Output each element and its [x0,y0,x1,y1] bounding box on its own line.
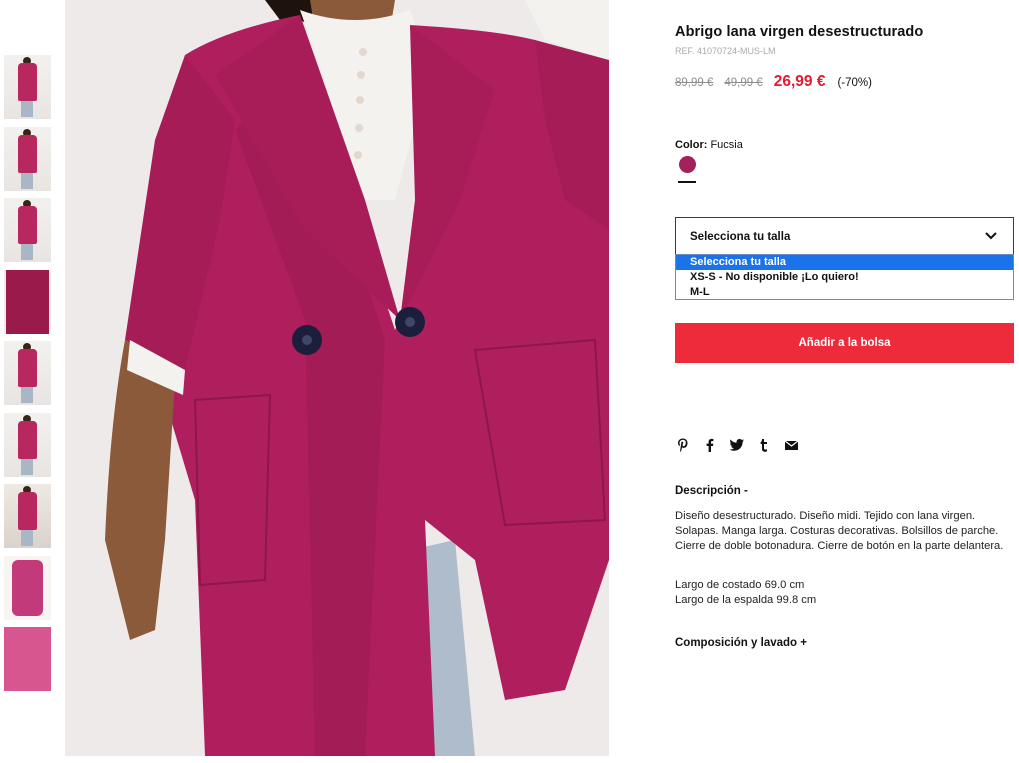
current-price: 26,99 € [773,73,826,90]
thumbnail-2[interactable] [4,126,51,191]
size-option-m-l[interactable]: M-L [676,285,1013,300]
color-label: Color: Fucsia [675,139,743,151]
original-price: 89,99 € [675,77,714,89]
discount-badge: (-70%) [837,77,872,89]
size-select-value: Selecciona tu talla [690,231,791,243]
thumbnail-4[interactable] [4,269,51,334]
size-dropdown-list: Selecciona tu talla XS-S - No disponible… [675,254,1014,300]
description-text: Diseño desestructurado. Diseño midi. Tej… [675,510,1004,553]
thumbnail-list [4,55,52,699]
main-product-image[interactable] [65,0,609,756]
color-swatch-fucsia[interactable] [679,156,696,173]
thumbnail-1[interactable] [4,55,51,119]
composition-heading[interactable]: Composición y lavado + [675,637,807,649]
tumblr-icon[interactable] [757,437,771,453]
price-row: 89,99 € 49,99 € 26,99 € (-70%) [675,73,872,91]
previous-price: 49,99 € [724,77,763,89]
size-select[interactable]: Selecciona tu talla [675,217,1014,255]
measure-back-length: Largo de la espalda 99.8 cm [675,594,817,607]
measurements: Largo de costado 69.0 cm Largo de la esp… [675,578,816,608]
facebook-icon[interactable] [703,437,717,453]
product-ref: REF. 41070724-MUS-LM [675,46,776,56]
email-icon[interactable] [784,437,798,453]
add-to-bag-button[interactable]: Añadir a la bolsa [675,323,1014,363]
selected-swatch-indicator [678,181,696,183]
product-title: Abrigo lana virgen desestructurado [675,24,924,40]
measure-side-length: Largo de costado 69.0 cm [675,579,805,591]
color-value: Fucsia [710,139,743,151]
description-heading[interactable]: Descripción - [675,485,748,497]
thumbnail-8[interactable] [4,555,51,620]
twitter-icon[interactable] [730,437,744,453]
share-icons [676,437,811,453]
color-label-key: Color: [675,139,708,151]
thumbnail-5[interactable] [4,341,51,405]
size-option-xs-s[interactable]: XS-S - No disponible ¡Lo quiero! [676,270,1013,285]
thumbnail-9[interactable] [4,627,51,691]
thumbnail-3[interactable] [4,198,51,262]
size-option-placeholder[interactable]: Selecciona tu talla [676,255,1013,270]
thumbnail-6[interactable] [4,412,51,477]
pinterest-icon[interactable] [676,437,690,453]
chevron-down-icon [985,232,997,240]
thumbnail-7[interactable] [4,484,51,548]
